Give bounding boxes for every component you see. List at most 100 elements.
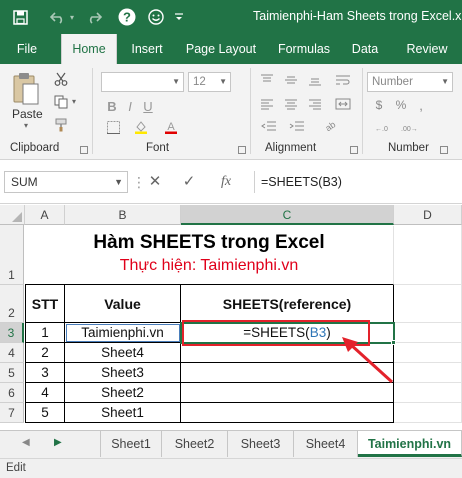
cell-d3[interactable] [394,323,462,343]
undo-dropdown-icon[interactable]: ▾ [66,7,78,27]
bold-icon[interactable]: B [105,98,119,114]
font-color-icon[interactable]: A [163,120,179,134]
clipboard-launcher-icon[interactable] [80,146,88,154]
name-box[interactable]: SUM ▼ [4,171,128,193]
percent-format-icon[interactable]: % [392,97,410,113]
header-stt[interactable]: STT [25,285,65,323]
cell-a3[interactable]: 1 [25,323,65,343]
tab-review[interactable]: Review [399,34,455,64]
tab-insert[interactable]: Insert [122,34,172,64]
number-format-dropdown[interactable]: Number ▼ [367,72,453,92]
cell-b4[interactable]: Sheet4 [65,343,181,363]
cell-d7[interactable] [394,403,462,423]
cell-b3[interactable]: Taimienphi.vn [65,323,181,343]
sheet-nav-prev-icon[interactable]: ◀ [22,437,30,448]
increase-decimal-icon[interactable]: ←.0 [372,119,394,135]
copy-dropdown-icon[interactable]: ▾ [72,97,76,106]
alignment-launcher-icon[interactable] [350,146,358,154]
tab-data[interactable]: Data [345,34,385,64]
paste-dropdown-icon[interactable]: ▾ [24,121,28,130]
decrease-decimal-icon[interactable]: .00→ [398,119,420,135]
font-name-dropdown[interactable]: ▼ [101,72,184,92]
sheet-tab-sheet4[interactable]: Sheet4 [294,431,358,457]
align-top-icon[interactable] [258,72,276,88]
decrease-indent-icon[interactable] [258,118,280,134]
font-size-dropdown[interactable]: 12 ▼ [188,72,231,92]
enter-icon[interactable]: ✓ [178,171,200,193]
cell-a6[interactable]: 4 [25,383,65,403]
align-bottom-icon[interactable] [306,72,324,88]
cell-b7[interactable]: Sheet1 [65,403,181,423]
cell-b6[interactable]: Sheet2 [65,383,181,403]
wrap-text-icon[interactable] [332,72,354,88]
number-launcher-icon[interactable] [440,146,448,154]
merge-center-icon[interactable] [332,96,354,112]
column-header-c[interactable]: C [181,205,394,225]
currency-format-icon[interactable]: $ [370,97,388,113]
formula-input[interactable]: =SHEETS(B3) [254,171,462,193]
row-header-1[interactable]: 1 [0,225,24,285]
cell-d4[interactable] [394,343,462,363]
font-size-value: 12 [193,76,206,88]
undo-icon[interactable] [48,7,68,27]
row-header-2[interactable]: 2 [0,285,24,323]
cut-icon[interactable] [52,70,70,88]
italic-icon[interactable]: I [123,98,137,114]
cell-c7[interactable] [181,403,394,423]
sheet-tab-taimienphi[interactable]: Taimienphi.vn [358,431,462,457]
sheet-title-cell[interactable]: Hàm SHEETS trong Excel Thực hiện: Taimie… [25,226,394,285]
sheet-tab-sheet2[interactable]: Sheet2 [162,431,228,457]
cell-a5[interactable]: 3 [25,363,65,383]
header-value[interactable]: Value [65,285,181,323]
header-sheets[interactable]: SHEETS(reference) [181,285,394,323]
tab-page-layout[interactable]: Page Layout [181,34,261,64]
align-right-icon[interactable] [306,96,324,112]
redo-icon[interactable] [84,7,104,27]
increase-indent-icon[interactable] [286,118,308,134]
borders-icon[interactable] [105,120,121,134]
row-header-5[interactable]: 5 [0,363,24,383]
row-header-4[interactable]: 4 [0,343,24,363]
copy-icon[interactable] [52,93,70,111]
column-header-b[interactable]: B [65,205,181,225]
annotation-arrow-icon [342,337,394,384]
select-all-corner[interactable] [0,205,25,225]
insert-function-icon[interactable]: fx [214,171,238,193]
row-header-6[interactable]: 6 [0,383,24,403]
row-header-3[interactable]: 3 [0,323,24,343]
help-icon[interactable]: ? [117,7,137,27]
customize-qat-icon[interactable] [173,7,185,27]
window-title: Taimienphi-Ham Sheets trong Excel.xls [253,9,462,23]
fill-color-icon[interactable] [133,120,149,134]
save-icon[interactable] [10,7,30,27]
format-painter-icon[interactable] [52,116,70,134]
cancel-icon[interactable]: ✕ [144,171,166,193]
column-header-a[interactable]: A [25,205,65,225]
sheet-tab-sheet1[interactable]: Sheet1 [100,431,162,457]
smiley-icon[interactable] [146,7,166,27]
cell-a7[interactable]: 5 [25,403,65,423]
paste-button-label[interactable]: Paste [12,107,43,121]
tab-home[interactable]: Home [61,34,117,64]
column-header-d[interactable]: D [394,205,462,225]
font-launcher-icon[interactable] [238,146,246,154]
cell-d2[interactable] [394,285,462,323]
sheet-title: Hàm SHEETS trong Excel [93,232,325,253]
cell-b5[interactable]: Sheet3 [65,363,181,383]
cell-d1[interactable] [394,225,462,285]
cell-a4[interactable]: 2 [25,343,65,363]
cell-d5[interactable] [394,363,462,383]
tab-file[interactable]: File [8,34,46,64]
cell-d6[interactable] [394,383,462,403]
tab-formulas[interactable]: Formulas [273,34,335,64]
align-middle-icon[interactable] [282,72,300,88]
align-center-icon[interactable] [282,96,300,112]
sheet-tab-sheet3[interactable]: Sheet3 [228,431,294,457]
comma-style-icon[interactable]: , [412,97,430,113]
sheet-nav-next-icon[interactable]: ▶ [54,437,62,448]
paste-icon[interactable] [10,70,42,108]
orientation-icon[interactable]: ab [318,118,340,134]
align-left-icon[interactable] [258,96,276,112]
row-header-7[interactable]: 7 [0,403,24,423]
underline-icon[interactable]: U [141,98,155,114]
